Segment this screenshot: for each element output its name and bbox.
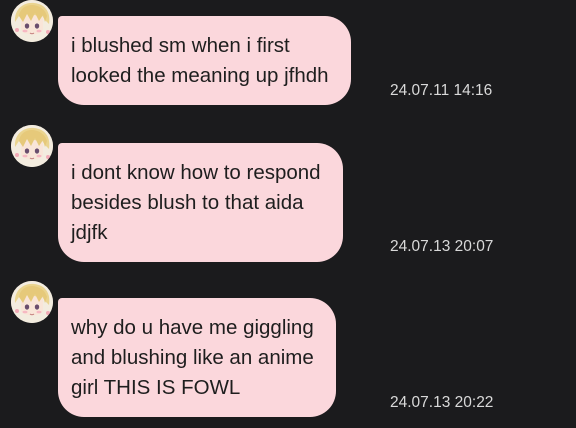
message-timestamp: 24.07.13 20:07 [390,238,494,255]
anime-character-avatar-icon [11,0,53,42]
avatar[interactable] [11,125,53,167]
avatar[interactable] [11,281,53,323]
message-text-line: i blushed sm when i first [71,34,290,57]
message-text-line: jdjfk [71,221,108,244]
anime-character-avatar-icon [11,125,53,167]
message-text-line: and blushing like an anime [71,346,314,369]
message-timestamp: 24.07.11 14:16 [390,82,493,99]
message-text-line: looked the meaning up jfhdh [71,64,329,87]
message-text-line: why do u have me giggling [71,316,314,339]
message-bubble[interactable]: i dont know how to respond besides blush… [58,143,343,262]
message-bubble[interactable]: why do u have me giggling and blushing l… [58,298,336,417]
anime-character-avatar-icon [11,281,53,323]
message-text-line: besides blush to that aida [71,191,304,214]
avatar[interactable] [11,0,53,42]
message-bubble[interactable]: i blushed sm when i first looked the mea… [58,16,351,105]
message-text-line: i dont know how to respond [71,161,321,184]
message-timestamp: 24.07.13 20:22 [390,394,494,411]
message-text-line: girl THIS IS FOWL [71,376,241,399]
